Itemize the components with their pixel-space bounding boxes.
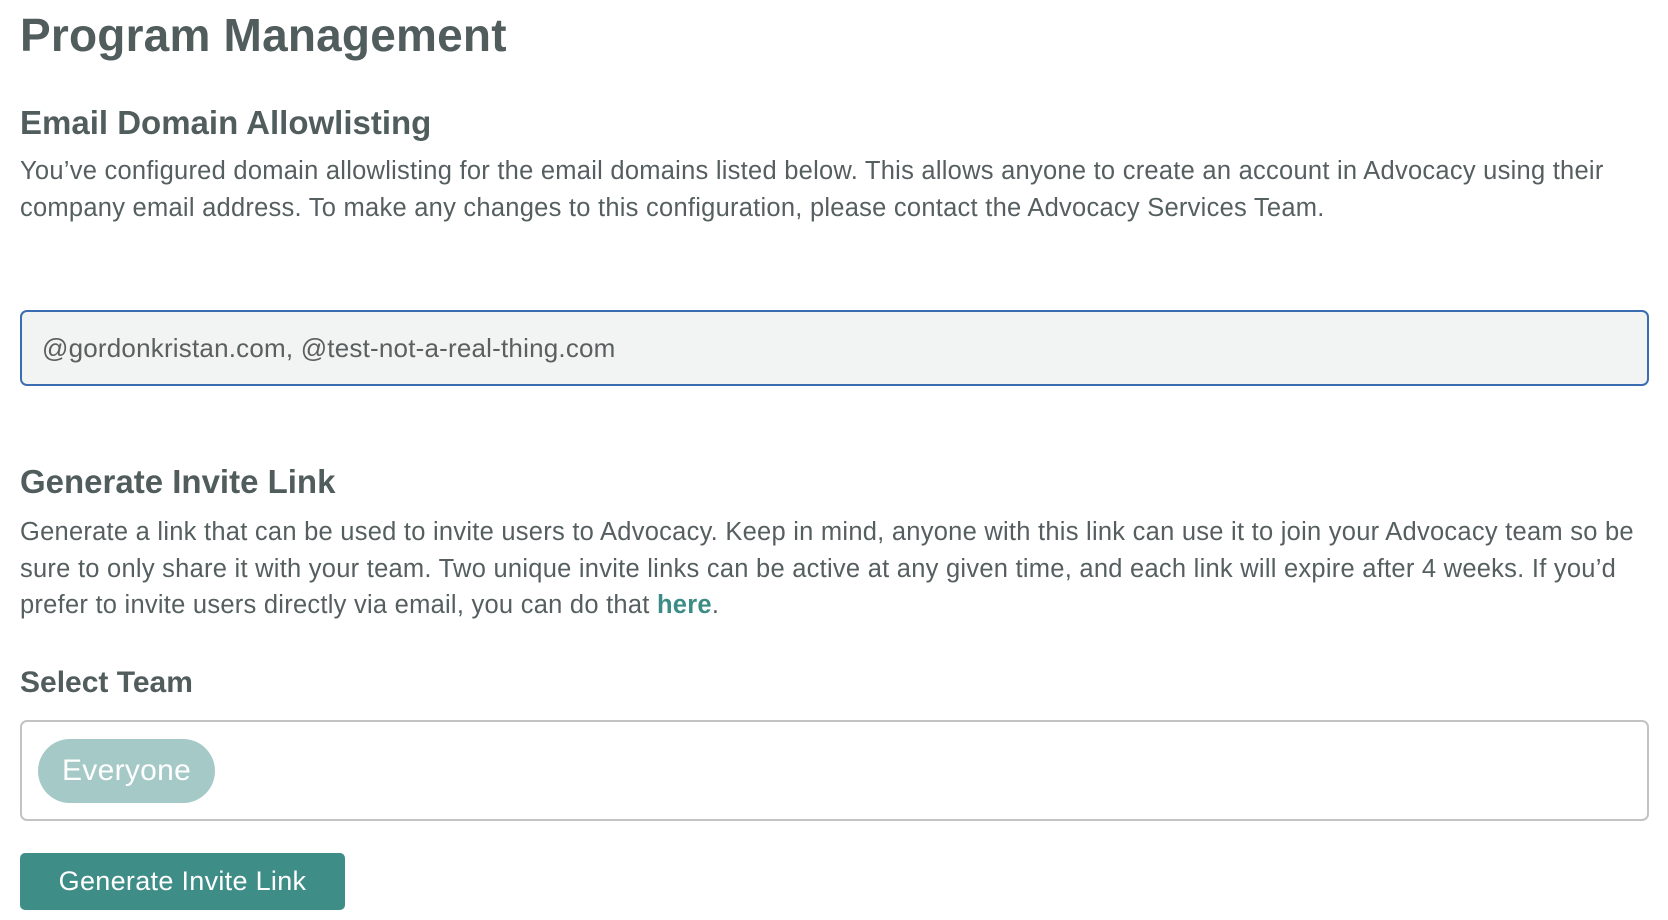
allowed-domains-value: @gordonkristan.com, @test-not-a-real-thi… [42,332,616,363]
allowlisting-description: You’ve configured domain allowlisting fo… [20,157,1604,222]
invite-description-end: . [711,591,720,619]
allowed-domains-field[interactable]: @gordonkristan.com, @test-not-a-real-thi… [20,310,1649,386]
invite-via-email-link[interactable]: here [657,591,712,619]
generate-invite-link-heading: Generate Invite Link [20,463,336,500]
program-management-page: Program Management Email Domain Allowlis… [0,0,1668,920]
generate-invite-link-button[interactable]: Generate Invite Link [20,853,345,910]
email-domain-allowlisting-heading: Email Domain Allowlisting [20,104,432,141]
invite-description-text: Generate a link that can be used to invi… [20,518,1634,619]
page-title: Program Management [20,9,507,61]
team-chip-everyone[interactable]: Everyone [38,738,216,803]
invite-description: Generate a link that can be used to invi… [20,514,1640,624]
select-team-label: Select Team [20,666,193,699]
team-select-field[interactable]: Everyone [20,720,1649,821]
